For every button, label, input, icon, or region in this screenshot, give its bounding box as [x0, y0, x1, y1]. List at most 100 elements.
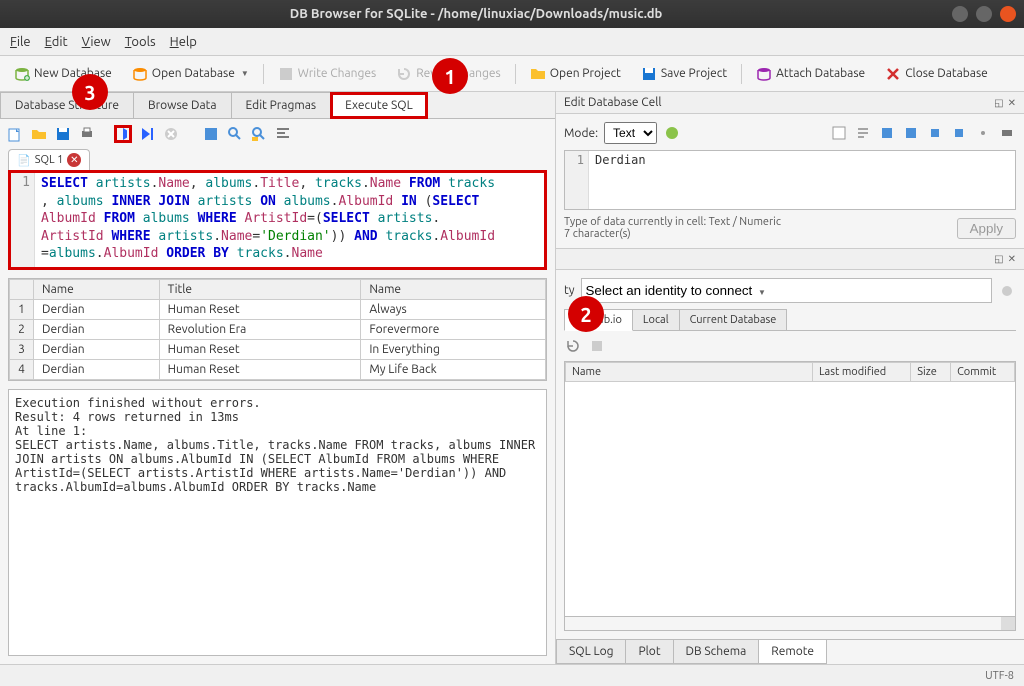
remote-panel-header: ◱ ✕ — [556, 249, 1024, 270]
col-header-name[interactable]: Name — [34, 280, 160, 300]
tab-current-db[interactable]: Current Database — [679, 309, 788, 330]
btab-sql-log[interactable]: SQL Log — [556, 640, 626, 664]
menu-help[interactable]: Help — [170, 35, 197, 49]
stop-sql-icon[interactable] — [162, 125, 180, 143]
col-header-title[interactable]: Title — [159, 280, 361, 300]
new-db-icon — [14, 66, 30, 82]
cell-import-icon[interactable] — [878, 124, 896, 142]
edit-cell-panel-header: Edit Database Cell ◱ ✕ — [556, 92, 1024, 114]
identity-settings-icon[interactable] — [998, 282, 1016, 300]
close-panel-icon[interactable]: ✕ — [1008, 97, 1016, 109]
menubar: File Edit View Tools Help — [0, 28, 1024, 56]
cell-clear-icon[interactable] — [974, 124, 992, 142]
main-toolbar: New Database Open Database ▼ Write Chang… — [0, 56, 1024, 92]
open-database-button[interactable]: Open Database ▼ — [126, 62, 255, 86]
cell-char-count: 7 character(s) — [564, 228, 781, 240]
minimize-button[interactable] — [952, 6, 968, 22]
save-result-icon[interactable] — [202, 125, 220, 143]
attach-database-button[interactable]: Attach Database — [750, 62, 871, 86]
undock-icon[interactable]: ◱ — [994, 97, 1003, 109]
maximize-button[interactable] — [976, 6, 992, 22]
toggle-indent-icon[interactable] — [274, 125, 292, 143]
cell-print-icon[interactable] — [998, 124, 1016, 142]
apply-button[interactable]: Apply — [957, 218, 1016, 239]
cell-export-icon[interactable] — [902, 124, 920, 142]
btab-db-schema[interactable]: DB Schema — [673, 640, 760, 664]
window-title: DB Browser for SQLite - /home/linuxiac/D… — [8, 7, 944, 21]
identity-select[interactable]: Select an identity to connect ▼ — [581, 278, 992, 303]
btab-remote[interactable]: Remote — [758, 640, 827, 664]
table-row[interactable]: 3DerdianHuman ResetIn Everything — [10, 340, 546, 360]
cell-text-icon[interactable] — [854, 124, 872, 142]
undock-remote-icon[interactable]: ◱ — [994, 253, 1003, 265]
sql-text[interactable]: SELECT artists.Name, albums.Title, track… — [35, 173, 544, 267]
edit-cell-panel: Mode: Text 1 Derdian — [556, 114, 1024, 249]
btab-plot[interactable]: Plot — [625, 640, 673, 664]
left-pane: Database Structure Browse Data Edit Prag… — [0, 92, 556, 664]
table-row[interactable]: 2DerdianRevolution EraForevermore — [10, 320, 546, 340]
menu-view[interactable]: View — [82, 35, 111, 49]
close-sql-tab-icon[interactable]: ✕ — [67, 153, 81, 167]
cell-null-icon[interactable] — [830, 124, 848, 142]
find-replace-icon[interactable] — [250, 125, 268, 143]
clone-remote-icon[interactable] — [588, 337, 606, 355]
open-project-icon — [530, 66, 546, 82]
sql-output[interactable]: Execution finished without errors. Resul… — [8, 389, 547, 656]
col-header-track[interactable]: Name — [361, 280, 546, 300]
cell-paste-icon[interactable] — [950, 124, 968, 142]
encoding-label: UTF-8 — [985, 670, 1014, 682]
scrollbar-right-icon[interactable] — [1001, 617, 1015, 630]
new-sql-tab-icon[interactable] — [6, 125, 24, 143]
cell-editor[interactable]: 1 Derdian — [564, 150, 1016, 210]
cell-type-info: Type of data currently in cell: Text / N… — [564, 216, 781, 228]
format-icon[interactable] — [663, 124, 681, 142]
sql-editor[interactable]: 1 SELECT artists.Name, albums.Title, tra… — [8, 170, 547, 270]
revert-icon — [396, 66, 412, 82]
refresh-remote-icon[interactable] — [564, 337, 582, 355]
bottom-tabs: SQL Log Plot DB Schema Remote — [556, 639, 1024, 664]
mode-select[interactable]: Text — [604, 122, 657, 144]
remote-col-modified[interactable]: Last modified — [812, 363, 910, 382]
menu-tools[interactable]: Tools — [125, 35, 156, 49]
sql-tab-1[interactable]: 📄 SQL 1 ✕ — [8, 149, 90, 170]
tab-execute-sql[interactable]: Execute SQL — [330, 92, 428, 119]
sql-toolbar — [0, 119, 555, 149]
remote-sub-tabs: DBHub.io Local Current Database — [564, 309, 1016, 331]
save-project-icon — [641, 66, 657, 82]
tab-database-structure[interactable]: Database Structure — [0, 92, 134, 118]
close-db-icon — [885, 66, 901, 82]
remote-col-commit[interactable]: Commit — [951, 363, 1015, 382]
remote-list: Name Last modified Size Commit — [564, 361, 1016, 617]
menu-edit[interactable]: Edit — [45, 35, 68, 49]
print-sql-icon[interactable] — [78, 125, 96, 143]
execute-line-icon[interactable] — [138, 125, 156, 143]
attach-db-icon — [756, 66, 772, 82]
save-project-button[interactable]: Save Project — [635, 62, 733, 86]
open-sql-icon[interactable] — [30, 125, 48, 143]
close-remote-icon[interactable]: ✕ — [1008, 253, 1016, 265]
close-database-button[interactable]: Close Database — [879, 62, 994, 86]
callout-2: 2 — [568, 296, 604, 332]
open-db-icon — [132, 66, 148, 82]
execute-sql-icon[interactable] — [114, 125, 132, 143]
cell-content[interactable]: Derdian — [589, 151, 1015, 209]
find-icon[interactable] — [226, 125, 244, 143]
open-project-button[interactable]: Open Project — [524, 62, 627, 86]
right-pane: Edit Database Cell ◱ ✕ Mode: Text — [556, 92, 1024, 664]
table-row[interactable]: 4DerdianHuman ResetMy Life Back — [10, 360, 546, 380]
write-icon — [278, 66, 294, 82]
tab-local[interactable]: Local — [632, 309, 680, 330]
close-window-button[interactable] — [1000, 6, 1016, 22]
tab-browse-data[interactable]: Browse Data — [133, 92, 232, 118]
remote-col-name[interactable]: Name — [566, 363, 813, 382]
sql-gutter: 1 — [11, 173, 35, 267]
main-area: Database Structure Browse Data Edit Prag… — [0, 92, 1024, 664]
remote-col-size[interactable]: Size — [911, 363, 951, 382]
table-row[interactable]: 1DerdianHuman ResetAlways — [10, 300, 546, 320]
tab-edit-pragmas[interactable]: Edit Pragmas — [231, 92, 332, 118]
menu-file[interactable]: File — [10, 35, 31, 49]
cell-copy-icon[interactable] — [926, 124, 944, 142]
callout-1: 1 — [432, 58, 468, 94]
write-changes-button: Write Changes — [272, 62, 382, 86]
save-sql-icon[interactable] — [54, 125, 72, 143]
